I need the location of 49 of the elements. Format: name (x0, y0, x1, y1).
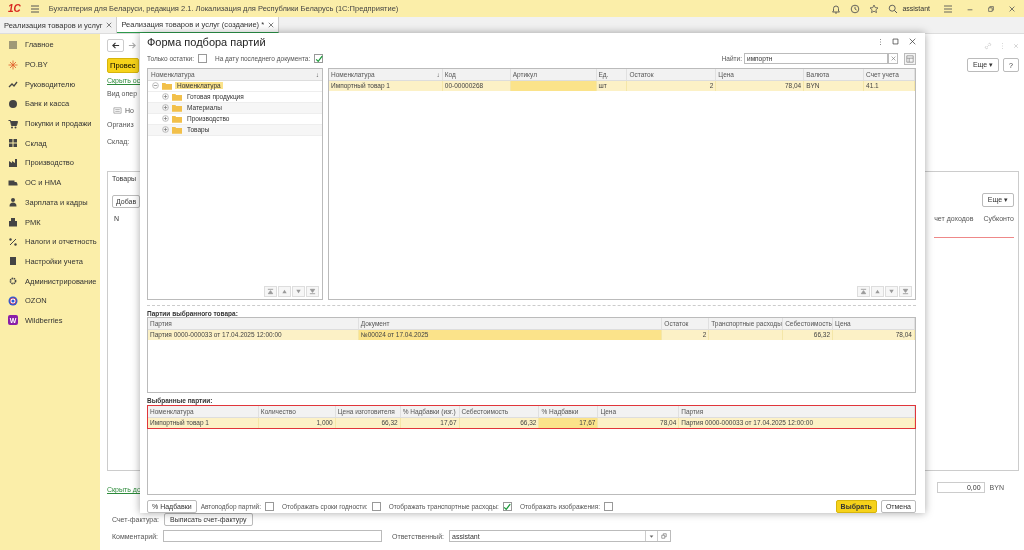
checkbox[interactable] (197, 54, 207, 64)
close-icon[interactable] (268, 21, 275, 28)
search-icon[interactable] (888, 3, 899, 14)
more-icon[interactable] (879, 37, 882, 46)
dialog-title: Форма подбора партий (147, 35, 266, 48)
percent-icon (8, 236, 18, 247)
search-options-button[interactable] (904, 52, 916, 65)
close-icon[interactable] (1008, 4, 1016, 13)
back-button[interactable] (107, 39, 124, 52)
history-icon[interactable] (850, 3, 861, 14)
checkbox[interactable] (604, 502, 614, 511)
trend-icon (8, 79, 18, 90)
first-page-icon[interactable] (857, 285, 870, 297)
register-icon (8, 217, 18, 228)
factory-icon (8, 157, 18, 168)
dropdown-icon[interactable] (649, 533, 654, 539)
expand-icon[interactable] (162, 104, 169, 112)
open-icon[interactable] (661, 533, 667, 539)
restore-icon[interactable] (987, 4, 995, 13)
bell-icon[interactable] (831, 3, 842, 14)
checkbox[interactable] (371, 502, 381, 511)
app-logo: 1С (8, 3, 21, 14)
cart-icon (8, 118, 18, 129)
book-icon (8, 256, 18, 267)
forward-icon[interactable] (128, 41, 137, 50)
document-icon (113, 106, 122, 115)
close-icon[interactable] (909, 38, 916, 46)
coin-icon (8, 98, 18, 109)
last-page-icon[interactable] (899, 285, 912, 297)
expand-icon[interactable] (162, 126, 169, 134)
close-icon[interactable] (106, 22, 113, 28)
checkbox[interactable] (265, 502, 274, 511)
first-page-icon[interactable] (264, 285, 277, 297)
expand-icon[interactable] (162, 93, 169, 101)
back-arrow-icon[interactable] (111, 41, 120, 50)
last-page-icon[interactable] (306, 285, 319, 297)
maximize-icon[interactable] (892, 38, 899, 46)
settings-icon (8, 276, 18, 287)
comment-field[interactable] (163, 530, 383, 542)
expand-icon[interactable] (162, 115, 169, 123)
logo-icon (8, 295, 18, 306)
grid-icon (8, 138, 18, 149)
checkbox[interactable] (314, 54, 324, 64)
checkbox[interactable] (502, 502, 512, 511)
link-icon[interactable] (984, 42, 992, 50)
person-icon (8, 197, 18, 208)
star-icon[interactable] (869, 3, 880, 14)
asterisk-icon (8, 59, 18, 70)
collapse-icon[interactable] (152, 82, 159, 90)
